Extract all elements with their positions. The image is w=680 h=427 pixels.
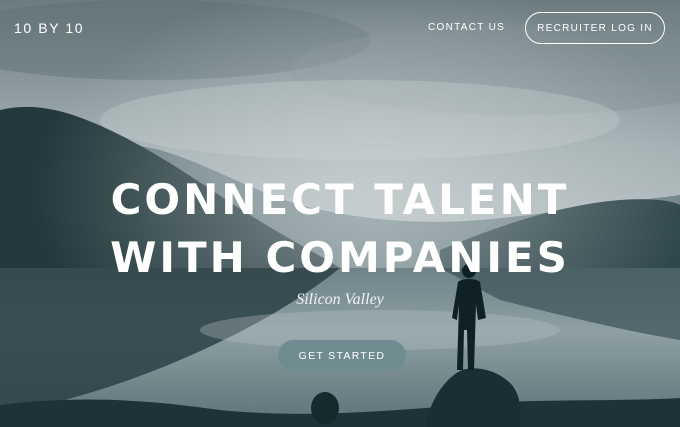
contact-us-link[interactable]: CONTACT US — [428, 22, 505, 33]
hero-headline: CONNECT TALENT WITH COMPANIES — [0, 171, 680, 287]
site-logo[interactable]: 10 BY 10 — [14, 20, 84, 36]
get-started-button[interactable]: GET STARTED — [278, 340, 406, 371]
headline-line-1: CONNECT TALENT — [110, 175, 570, 224]
hero-subtitle: Silicon Valley — [296, 291, 384, 308]
top-navigation: 10 BY 10 CONTACT US RECRUITER LOG IN — [0, 0, 680, 56]
headline-line-2: WITH COMPANIES — [110, 233, 570, 282]
recruiter-login-button[interactable]: RECRUITER LOG IN — [525, 12, 665, 44]
